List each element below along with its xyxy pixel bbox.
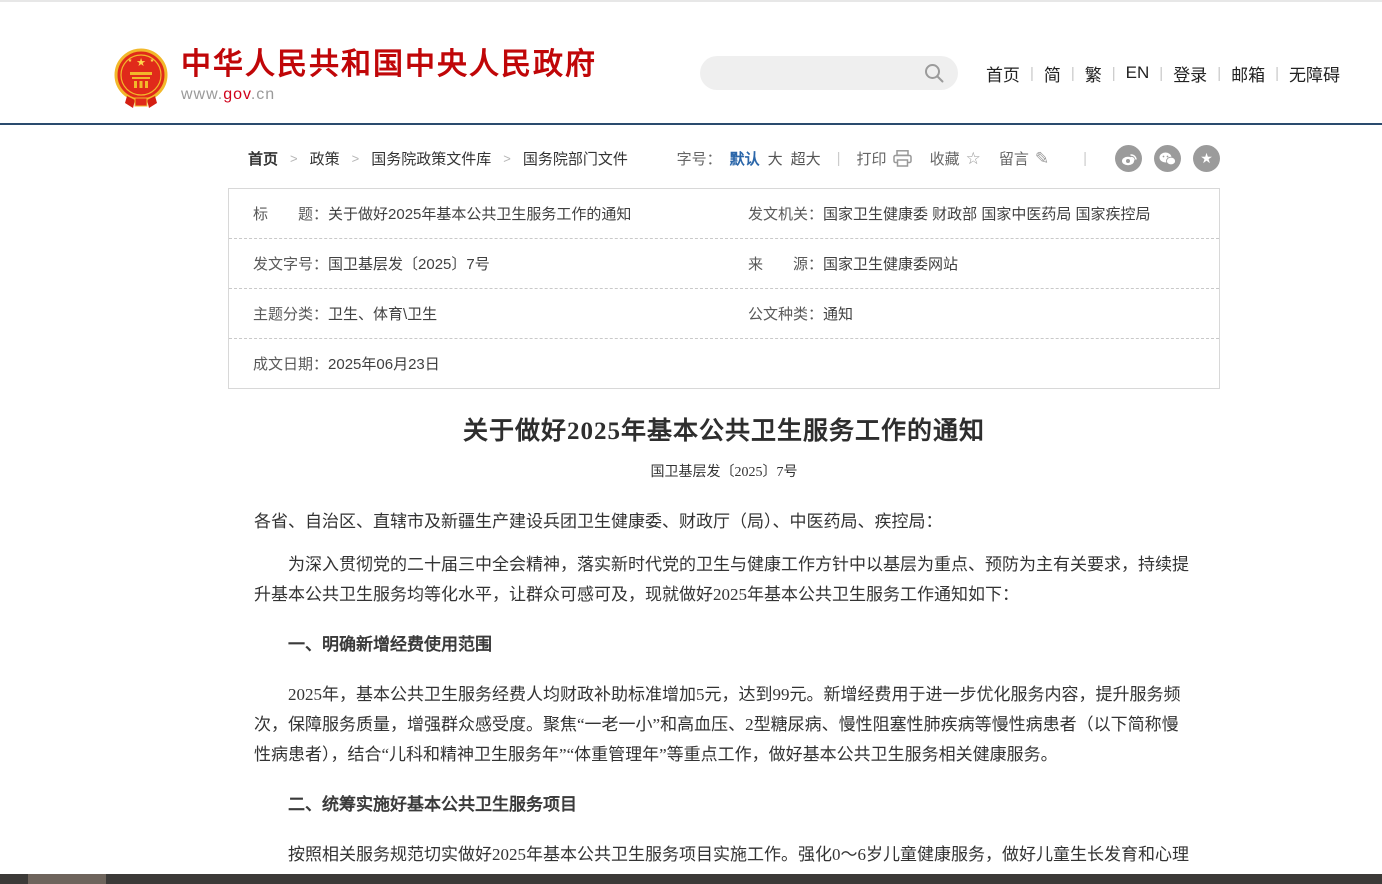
- meta-row: 成文日期：2025年06月23日: [229, 339, 1219, 388]
- site-url: www.gov.cn: [181, 86, 597, 104]
- meta-label: 成文日期：: [253, 353, 328, 374]
- breadcrumb-item[interactable]: 国务院部门文件: [523, 148, 628, 169]
- page-body: 首页 > 政策 > 国务院政策文件库 > 国务院部门文件 字号： 默认大超大 | 打印 收藏…: [228, 125, 1220, 884]
- section-heading: 一、明确新增经费使用范围: [254, 630, 1194, 660]
- nav-separator: |: [1275, 65, 1279, 82]
- document-meta-table: 标 题：关于做好2025年基本公共卫生服务工作的通知发文机关：国家卫生健康委 财…: [228, 188, 1220, 389]
- font-size-option[interactable]: 默认: [730, 151, 760, 168]
- breadcrumb: 首页 > 政策 > 国务院政策文件库 > 国务院部门文件: [248, 148, 628, 169]
- article-content: 各省、自治区、直辖市及新疆生产建设兵团卫生健康委、财政厅（局）、中医药局、疾控局…: [254, 507, 1194, 884]
- meta-cell-right: 发文机关：国家卫生健康委 财政部 国家中医药局 国家疾控局: [724, 189, 1219, 238]
- nav-link-5[interactable]: 登录: [1173, 61, 1207, 86]
- breadcrumb-item[interactable]: 国务院政策文件库: [371, 148, 491, 169]
- logo-group: ★ ★ ★ 中华人民共和国中央人民政府 www.gov.cn: [113, 48, 597, 108]
- breadcrumb-item[interactable]: 首页: [248, 148, 278, 169]
- nav-separator: |: [1112, 65, 1116, 82]
- site-title: 中华人民共和国中央人民政府: [181, 48, 597, 82]
- meta-label: 公文种类：: [748, 303, 823, 324]
- meta-row: 标 题：关于做好2025年基本公共卫生服务工作的通知发文机关：国家卫生健康委 财…: [229, 189, 1219, 239]
- site-url-gov: gov: [223, 86, 251, 103]
- nav-separator: |: [1159, 65, 1163, 82]
- meta-cell-right: 公文种类：通知: [724, 289, 1219, 338]
- meta-cell-left: 标 题：关于做好2025年基本公共卫生服务工作的通知: [229, 189, 724, 238]
- comment-label: 留言: [999, 148, 1029, 169]
- print-label: 打印: [857, 148, 887, 169]
- nav-link-1[interactable]: 首页: [986, 61, 1020, 86]
- paragraph: 为深入贯彻党的二十届三中全会精神，落实新时代党的卫生与健康工作方针中以基层为重点…: [254, 550, 1194, 610]
- svg-text:★: ★: [150, 58, 155, 64]
- wechat-share-icon[interactable]: [1154, 145, 1181, 172]
- printer-icon: [893, 150, 912, 167]
- nav-separator: |: [1217, 65, 1221, 82]
- nav-link-6[interactable]: 邮箱: [1231, 61, 1265, 86]
- share-group: ★: [1103, 145, 1220, 172]
- svg-text:★: ★: [128, 58, 133, 64]
- search-icon[interactable]: [924, 63, 944, 83]
- meta-value: 通知: [823, 303, 853, 324]
- meta-value: 国卫基层发〔2025〕7号: [328, 253, 490, 274]
- breadcrumb-toolbar-row: 首页 > 政策 > 国务院政策文件库 > 国务院部门文件 字号： 默认大超大 | 打印 收藏…: [228, 125, 1220, 186]
- search-input[interactable]: [700, 56, 958, 90]
- meta-label: 来 源：: [748, 253, 823, 274]
- horizontal-scrollbar[interactable]: [0, 874, 1382, 884]
- meta-cell-left: 发文字号：国卫基层发〔2025〕7号: [229, 239, 724, 288]
- font-size-option[interactable]: 超大: [791, 151, 821, 168]
- national-emblem-logo: ★ ★ ★: [113, 48, 169, 108]
- toolbar-separator: |: [1083, 150, 1087, 167]
- paragraph: 各省、自治区、直辖市及新疆生产建设兵团卫生健康委、财政厅（局）、中医药局、疾控局…: [254, 507, 1194, 537]
- nav-link-2[interactable]: 简: [1044, 61, 1061, 86]
- breadcrumb-separator: >: [352, 151, 360, 166]
- header-right: 首页 | 简 | 繁 | EN | 登录 | 邮箱 | 无障碍: [700, 56, 1340, 90]
- font-size-option[interactable]: 大: [768, 151, 783, 168]
- site-url-cn: .cn: [251, 86, 275, 103]
- weibo-share-icon[interactable]: [1115, 145, 1142, 172]
- nav-separator: |: [1071, 65, 1075, 82]
- article-title: 关于做好2025年基本公共卫生服务工作的通知: [254, 411, 1194, 447]
- toolbar-separator: |: [837, 150, 841, 167]
- site-header: ★ ★ ★ 中华人民共和国中央人民政府 www.gov.cn 首页 | 简 | 繁 | EN…: [0, 2, 1382, 123]
- meta-value: 卫生、体育\卫生: [328, 303, 437, 324]
- meta-row: 主题分类：卫生、体育\卫生公文种类：通知: [229, 289, 1219, 339]
- meta-label: 发文机关：: [748, 203, 823, 224]
- meta-cell-left: 主题分类：卫生、体育\卫生: [229, 289, 724, 338]
- pencil-icon: ✎: [1035, 150, 1049, 167]
- qzone-share-icon[interactable]: ★: [1193, 145, 1220, 172]
- breadcrumb-separator: >: [503, 151, 511, 166]
- nav-link-3[interactable]: 繁: [1085, 61, 1102, 86]
- section-heading: 二、统筹实施好基本公共卫生服务项目: [254, 790, 1194, 820]
- search-bar: [700, 56, 958, 90]
- site-url-www: www.: [181, 86, 223, 103]
- meta-row: 发文字号：国卫基层发〔2025〕7号来 源：国家卫生健康委网站: [229, 239, 1219, 289]
- meta-value: 关于做好2025年基本公共卫生服务工作的通知: [328, 203, 631, 224]
- print-button[interactable]: 打印: [857, 148, 912, 169]
- logo-text: 中华人民共和国中央人民政府 www.gov.cn: [181, 48, 597, 104]
- meta-label: 发文字号：: [253, 253, 328, 274]
- paragraph: 2025年，基本公共卫生服务经费人均财政补助标准增加5元，达到99元。新增经费用…: [254, 680, 1194, 770]
- breadcrumb-separator: >: [290, 151, 298, 166]
- svg-text:★: ★: [136, 57, 146, 69]
- top-nav: 首页 | 简 | 繁 | EN | 登录 | 邮箱 | 无障碍: [986, 61, 1340, 86]
- nav-separator: |: [1030, 65, 1034, 82]
- scrollbar-thumb[interactable]: [28, 874, 106, 884]
- meta-value: 国家卫生健康委网站: [823, 253, 958, 274]
- meta-cell-left: 成文日期：2025年06月23日: [229, 339, 724, 388]
- breadcrumb-item[interactable]: 政策: [310, 148, 340, 169]
- nav-link-7[interactable]: 无障碍: [1289, 61, 1340, 86]
- font-size-options: 默认大超大: [722, 148, 821, 169]
- doc-number: 国卫基层发〔2025〕7号: [254, 461, 1194, 481]
- font-size-label: 字号：: [677, 148, 722, 169]
- meta-label: 主题分类：: [253, 303, 328, 324]
- meta-cell-right: [724, 350, 1219, 378]
- meta-label: 标 题：: [253, 203, 328, 224]
- article: 关于做好2025年基本公共卫生服务工作的通知 国卫基层发〔2025〕7号 各省、…: [228, 411, 1220, 884]
- article-toolbar: 字号： 默认大超大 | 打印 收藏 ☆ 留言 ✎ |: [677, 145, 1220, 172]
- star-icon: ☆: [966, 150, 981, 167]
- nav-link-4[interactable]: EN: [1126, 63, 1150, 83]
- meta-value: 2025年06月23日: [328, 353, 440, 374]
- favorite-button[interactable]: 收藏 ☆: [930, 148, 981, 169]
- comment-button[interactable]: 留言 ✎: [999, 148, 1049, 169]
- meta-value: 国家卫生健康委 财政部 国家中医药局 国家疾控局: [823, 203, 1151, 224]
- meta-cell-right: 来 源：国家卫生健康委网站: [724, 239, 1219, 288]
- favorite-label: 收藏: [930, 148, 960, 169]
